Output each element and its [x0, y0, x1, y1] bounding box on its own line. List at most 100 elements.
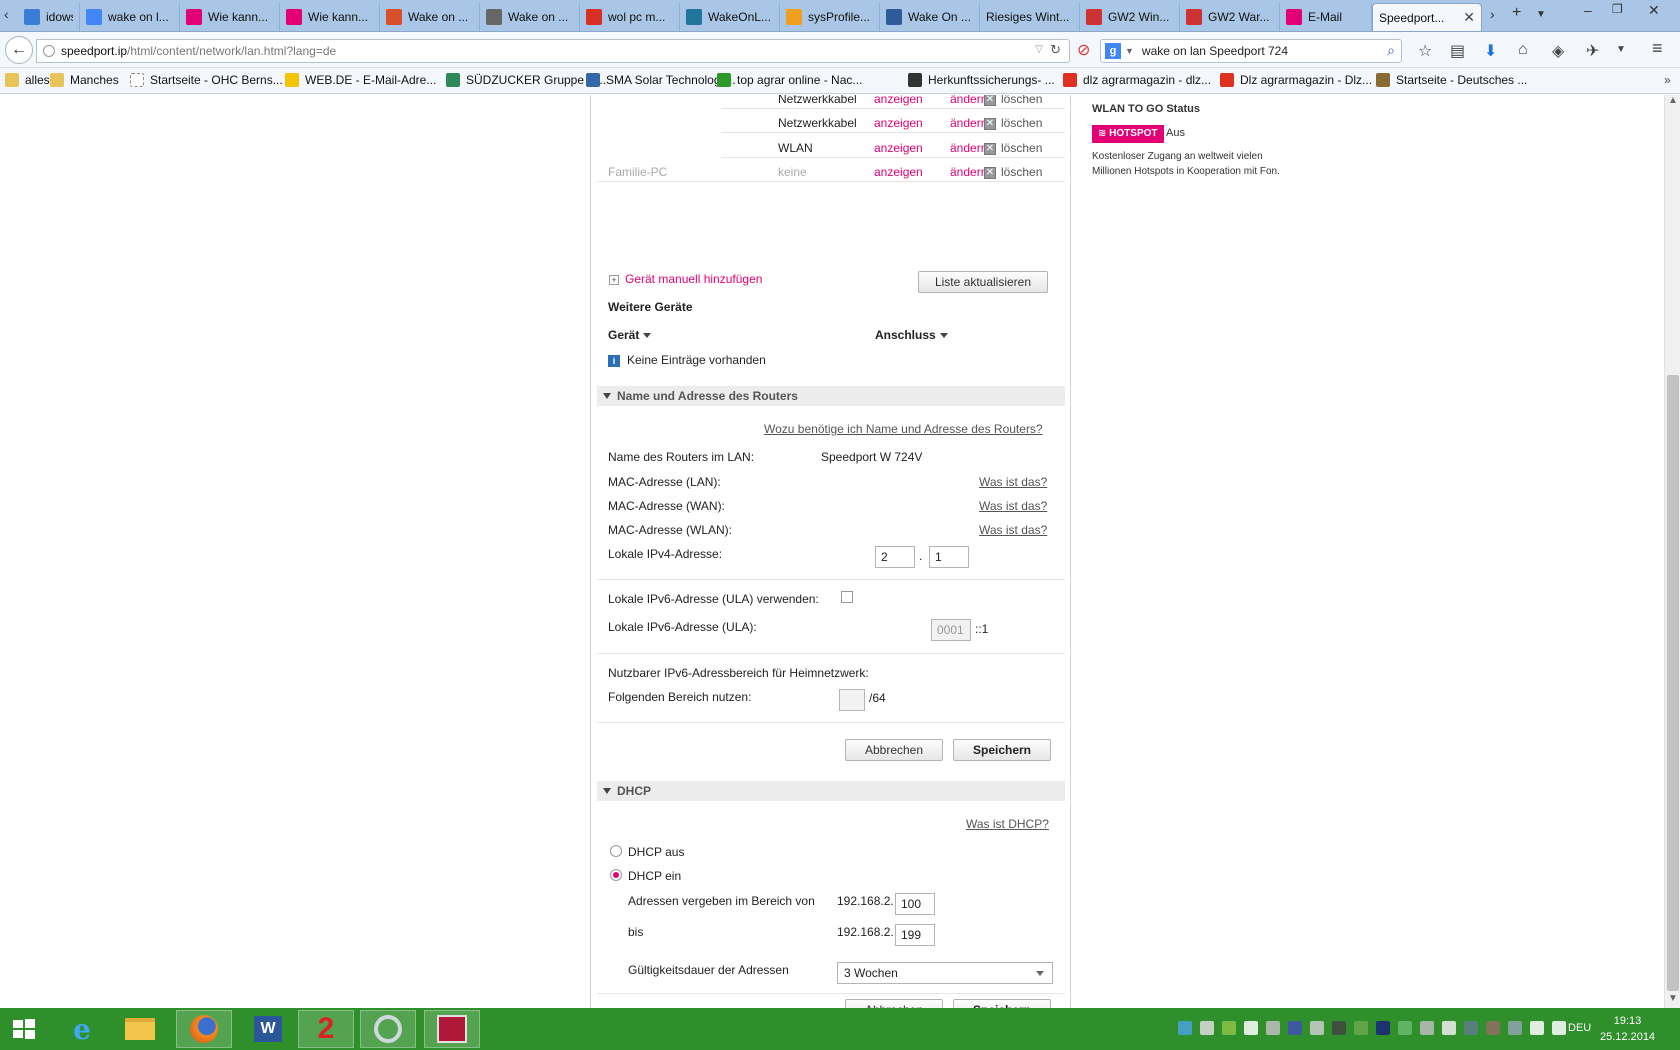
tray-icon[interactable]: [1310, 1021, 1324, 1035]
dhcp-cancel-button[interactable]: Abbrechen: [845, 999, 943, 1008]
taskbar-app-2[interactable]: 2: [298, 1010, 354, 1048]
tray-icon[interactable]: [1288, 1021, 1302, 1035]
close-window-icon[interactable]: ✕: [1648, 2, 1660, 19]
minimize-icon[interactable]: –: [1584, 2, 1592, 18]
ipv4-octet-4-input[interactable]: 1: [929, 546, 969, 568]
bookmark-item[interactable]: Herkunftssicherungs- ...: [908, 73, 1055, 87]
refresh-list-button[interactable]: Liste aktualisieren: [918, 271, 1048, 293]
bookmark-item[interactable]: dlz agrarmagazin - dlz...: [1063, 73, 1211, 87]
bookmarks-overflow-icon[interactable]: »: [1664, 73, 1671, 87]
mac-wlan-help-link[interactable]: Was ist das?: [979, 523, 1047, 537]
device-delete-link[interactable]: ✕ löschen: [984, 141, 1042, 155]
input-language[interactable]: DEU: [1568, 1022, 1591, 1034]
tab-item[interactable]: idows...: [18, 3, 80, 31]
search-input[interactable]: wake on lan Speedport 724: [1142, 44, 1288, 58]
tab-item[interactable]: E-Mail: [1280, 3, 1372, 31]
tab-scroll-left-icon[interactable]: ‹: [4, 6, 9, 22]
tray-icon[interactable]: [1178, 1021, 1192, 1035]
tools-icon[interactable]: ✈: [1586, 41, 1599, 61]
tray-icon[interactable]: [1354, 1021, 1368, 1035]
tray-icon[interactable]: [1552, 1021, 1566, 1035]
device-edit-link[interactable]: ändern: [950, 95, 987, 106]
dhcp-help-link[interactable]: Was ist DHCP?: [966, 817, 1049, 831]
bookmark-item[interactable]: Manches: [50, 73, 119, 87]
ipv6-range-input[interactable]: [839, 689, 865, 711]
router-cancel-button[interactable]: Abbrechen: [845, 739, 943, 761]
tray-icon[interactable]: [1442, 1021, 1456, 1035]
home-icon[interactable]: ⌂: [1518, 41, 1528, 59]
tab-item[interactable]: Wie kann...: [280, 3, 380, 31]
bookmark-item[interactable]: SMA Solar Technology...: [586, 73, 736, 87]
tab-item[interactable]: wol pc m...: [580, 3, 680, 31]
col-connection-header[interactable]: Anschluss: [875, 328, 948, 342]
taskbar-ie[interactable]: e: [54, 1010, 110, 1048]
taskbar-app-red[interactable]: [424, 1010, 480, 1048]
scroll-down-icon[interactable]: ▼: [1668, 993, 1678, 1004]
page-scrollbar[interactable]: ▲ ▼: [1664, 95, 1680, 1008]
tray-icon[interactable]: [1530, 1021, 1544, 1035]
dhcp-save-button[interactable]: Speichern: [953, 999, 1051, 1008]
adblock-icon[interactable]: ⊘: [1077, 40, 1090, 60]
tab-item[interactable]: Wie kann...: [180, 3, 280, 31]
mac-lan-help-link[interactable]: Was ist das?: [979, 475, 1047, 489]
tab-scroll-right-icon[interactable]: ›: [1490, 6, 1495, 22]
url-dropdown-icon[interactable]: ▽: [1035, 44, 1043, 55]
download-icon[interactable]: ⬇: [1484, 41, 1497, 61]
tray-icon[interactable]: [1420, 1021, 1434, 1035]
device-show-link[interactable]: anzeigen: [874, 141, 923, 155]
dhcp-from-input[interactable]: 100: [895, 893, 935, 915]
tab-item[interactable]: Wake on ...: [380, 3, 480, 31]
tab-item[interactable]: wake on l...: [80, 3, 180, 31]
tab-list-icon[interactable]: ▼: [1536, 9, 1546, 20]
bookmark-star-icon[interactable]: ☆: [1418, 41, 1432, 61]
router-save-button[interactable]: Speichern: [953, 739, 1051, 761]
reload-icon[interactable]: ↻: [1050, 42, 1061, 58]
router-section-header[interactable]: Name und Adresse des Routers: [597, 386, 1065, 406]
tab-active[interactable]: Speedport... ✕: [1372, 3, 1482, 31]
taskbar-app-media[interactable]: [360, 1010, 416, 1048]
device-delete-link[interactable]: ✕ löschen: [984, 116, 1042, 130]
taskbar-word[interactable]: W: [240, 1010, 296, 1048]
col-device-header[interactable]: Gerät: [608, 328, 652, 342]
dhcp-on-label[interactable]: DHCP ein: [628, 869, 681, 883]
bookmark-item[interactable]: Dlz agrarmagazin - Dlz...: [1220, 73, 1372, 87]
toolbar-dropdown-icon[interactable]: ▼: [1616, 44, 1626, 55]
ipv4-octet-3-input[interactable]: 2: [875, 546, 915, 568]
mac-wan-help-link[interactable]: Was ist das?: [979, 499, 1047, 513]
device-show-link[interactable]: anzeigen: [874, 95, 923, 106]
tab-item[interactable]: Wake on ...: [480, 3, 580, 31]
bookmark-item[interactable]: Startseite - Deutsches ...: [1376, 73, 1527, 87]
taskbar-firefox[interactable]: [176, 1010, 232, 1048]
tray-icon[interactable]: [1266, 1021, 1280, 1035]
tab-item[interactable]: GW2 War...: [1180, 3, 1280, 31]
bookmark-item[interactable]: WEB.DE - E-Mail-Adre...: [285, 73, 436, 87]
dhcp-section-header[interactable]: DHCP: [597, 781, 1065, 801]
close-tab-icon[interactable]: ✕: [1455, 9, 1475, 26]
tab-item[interactable]: sysProfile...: [780, 3, 880, 31]
dhcp-on-radio[interactable]: [610, 869, 622, 881]
device-delete-link[interactable]: ✕ löschen: [984, 95, 1042, 106]
bookmark-item[interactable]: top agrar online - Nac...: [717, 73, 862, 87]
tray-icon[interactable]: [1464, 1021, 1478, 1035]
tray-icon[interactable]: [1486, 1021, 1500, 1035]
device-edit-link[interactable]: ändern: [950, 141, 987, 155]
addon-icon[interactable]: ◈: [1552, 41, 1564, 61]
start-button[interactable]: [0, 1010, 48, 1048]
bookmark-item[interactable]: alles: [5, 73, 50, 87]
url-bar[interactable]: speedport.ip/html/content/network/lan.ht…: [36, 39, 1070, 63]
dhcp-to-input[interactable]: 199: [895, 924, 935, 946]
device-edit-link[interactable]: ändern: [950, 165, 987, 179]
add-device-link[interactable]: + Gerät manuell hinzufügen: [609, 272, 762, 286]
clock[interactable]: 19:13 25.12.2014: [1600, 1013, 1655, 1045]
search-icon[interactable]: ⌕: [1387, 42, 1395, 59]
tab-item[interactable]: Riesiges Wint...: [980, 3, 1080, 31]
bookmarks-menu-icon[interactable]: ▤: [1450, 41, 1465, 61]
scroll-up-icon[interactable]: ▲: [1668, 95, 1678, 106]
tab-item[interactable]: WakeOnL...: [680, 3, 780, 31]
taskbar-explorer[interactable]: [112, 1010, 168, 1048]
maximize-icon[interactable]: ❐: [1612, 2, 1623, 16]
new-tab-icon[interactable]: +: [1512, 4, 1521, 22]
tray-icon[interactable]: [1376, 1021, 1390, 1035]
device-delete-link[interactable]: ✕ löschen: [984, 165, 1042, 179]
tray-icon[interactable]: [1398, 1021, 1412, 1035]
